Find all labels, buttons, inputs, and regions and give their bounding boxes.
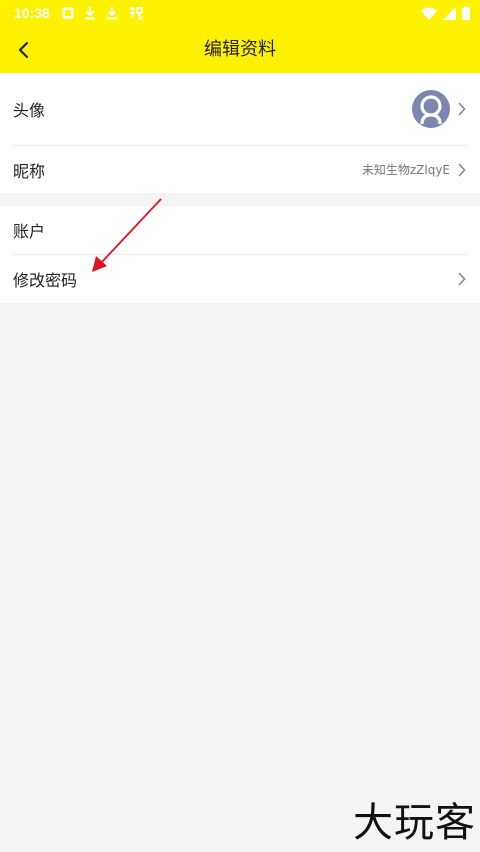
avatar-row-right	[412, 90, 466, 128]
chevron-right-icon	[458, 272, 466, 286]
avatar-label: 头像	[13, 101, 46, 120]
change-password-row-right	[458, 272, 466, 286]
account-row: 账户	[0, 206, 480, 254]
default-avatar-icon	[420, 95, 442, 125]
nickname-row-right: 未知生物zZlqyE	[362, 161, 466, 178]
signal-icon	[443, 6, 456, 20]
status-time: 10:38	[14, 5, 50, 21]
page-title: 编辑资料	[204, 39, 276, 60]
chevron-right-icon	[458, 163, 466, 176]
account-section: 账户 修改密码	[0, 206, 480, 303]
change-password-row[interactable]: 修改密码	[0, 255, 480, 303]
app-notification-icon	[129, 7, 144, 20]
gallery-notification-icon	[62, 7, 74, 19]
header-bar: 编辑资料	[0, 26, 480, 73]
status-right-icons	[421, 6, 470, 20]
battery-icon	[462, 6, 470, 20]
back-arrow-icon	[18, 41, 29, 59]
profile-section: 头像 昵称 未知生物zZlqyE	[0, 73, 480, 193]
chevron-right-icon	[458, 102, 466, 116]
watermark-logo: 大玩客	[353, 800, 476, 846]
download-icon	[84, 7, 95, 20]
download-icon	[106, 7, 117, 20]
nickname-row[interactable]: 昵称 未知生物zZlqyE	[0, 146, 480, 193]
status-left-icons	[62, 6, 144, 20]
nickname-value: 未知生物zZlqyE	[361, 163, 450, 177]
wifi-icon	[421, 7, 437, 20]
account-label: 账户	[13, 222, 46, 241]
back-button[interactable]	[8, 34, 40, 66]
avatar[interactable]	[412, 90, 450, 128]
status-bar: 10:38	[0, 0, 480, 26]
nickname-label: 昵称	[13, 161, 46, 181]
avatar-row[interactable]: 头像	[0, 73, 480, 145]
change-password-label: 修改密码	[13, 271, 78, 290]
